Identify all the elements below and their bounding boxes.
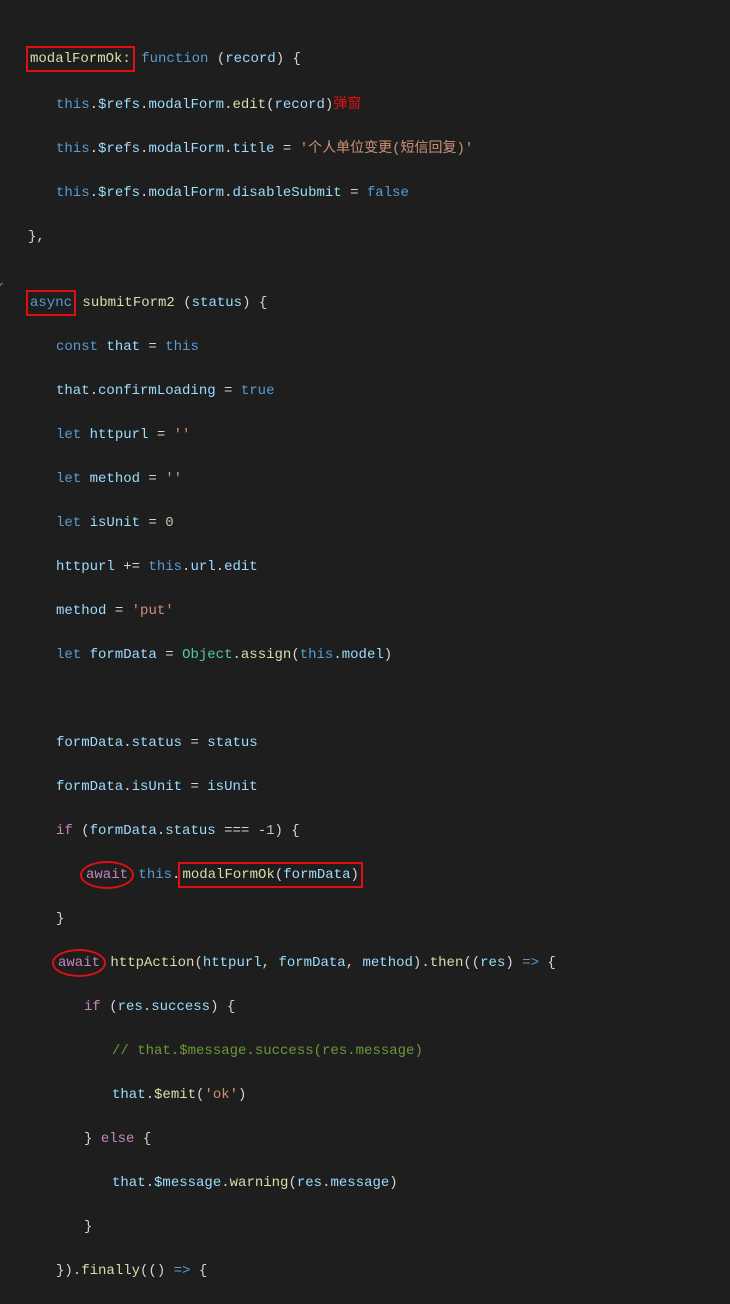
- code-line: async submitForm2 (status) {: [0, 292, 730, 314]
- code-line: let method = '': [0, 468, 730, 490]
- highlight-circle: await: [80, 861, 134, 889]
- code-line: }: [0, 1216, 730, 1238]
- gutter-icons: ⌄: [0, 272, 6, 294]
- code-line: formData.status = status: [0, 732, 730, 754]
- code-line: if (res.success) {: [0, 996, 730, 1018]
- chevron-down-icon[interactable]: ⌄: [0, 272, 6, 294]
- code-line: formData.isUnit = isUnit: [0, 776, 730, 798]
- code-line: that.confirmLoading = true: [0, 380, 730, 402]
- highlight-box: modalFormOk(formData): [178, 862, 362, 888]
- code-line: if (formData.status === -1) {: [0, 820, 730, 842]
- code-line: const that = this: [0, 336, 730, 358]
- annotation-text: 弹窗: [333, 95, 361, 111]
- code-line: httpurl += this.url.edit: [0, 556, 730, 578]
- code-line: modalFormOk: function (record) {: [0, 48, 730, 70]
- code-line: },: [0, 226, 730, 248]
- code-line: }).finally(() => {: [0, 1260, 730, 1282]
- code-line: [0, 688, 730, 710]
- code-line: that.$emit('ok'): [0, 1084, 730, 1106]
- code-line: that.$message.warning(res.message): [0, 1172, 730, 1194]
- code-line: } else {: [0, 1128, 730, 1150]
- code-line: this.$refs.modalForm.disableSubmit = fal…: [0, 182, 730, 204]
- code-line: let isUnit = 0: [0, 512, 730, 534]
- code-line: method = 'put': [0, 600, 730, 622]
- code-line: }: [0, 908, 730, 930]
- code-line: await this.modalFormOk(formData): [0, 864, 730, 886]
- code-line: this.$refs.modalForm.edit(record)弹窗: [0, 92, 730, 116]
- code-line: let httpurl = '': [0, 424, 730, 446]
- code-line: this.$refs.modalForm.title = '个人单位变更(短信回…: [0, 138, 730, 160]
- highlight-box: async: [26, 290, 76, 316]
- highlight-box: modalFormOk:: [26, 46, 135, 72]
- highlight-circle: await: [52, 949, 106, 977]
- code-line: await httpAction(httpurl, formData, meth…: [0, 952, 730, 974]
- code-line: let formData = Object.assign(this.model): [0, 644, 730, 666]
- code-editor: modalFormOk: function (record) { this.$r…: [0, 0, 730, 1304]
- code-line: // that.$message.success(res.message): [0, 1040, 730, 1062]
